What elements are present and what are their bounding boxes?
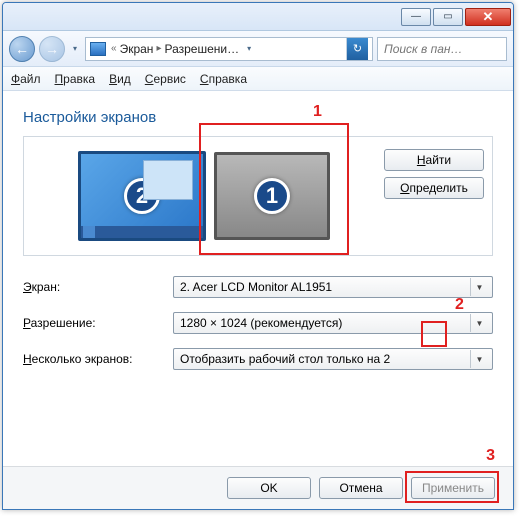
row-screen: Экран: 2. Acer LCD Monitor AL1951 ▼ — [23, 276, 493, 298]
nav-forward-button[interactable]: → — [39, 36, 65, 62]
monitor-1[interactable]: 1 — [214, 152, 330, 240]
detect-button[interactable]: Определить — [384, 177, 484, 199]
ok-button[interactable]: OK — [227, 477, 311, 499]
combo-screen[interactable]: 2. Acer LCD Monitor AL1951 ▼ — [173, 276, 493, 298]
breadcrumb[interactable]: « Экран ▸ Разрешени… — [110, 42, 239, 56]
nav-history-dropdown[interactable]: ▾ — [69, 44, 81, 53]
label-multi-display: Несколько экранов: — [23, 352, 173, 366]
content-area: Настройки экранов 2 1 Найти — [3, 91, 513, 466]
combo-resolution[interactable]: 1280 × 1024 (рекомендуется) ▼ — [173, 312, 493, 334]
label-resolution: Разрешение: — [23, 316, 173, 330]
display-arrangement-area[interactable]: 2 1 — [32, 145, 376, 247]
row-multi-display: Несколько экранов: Отобразить рабочий ст… — [23, 348, 493, 370]
maximize-button[interactable]: ▭ — [433, 8, 463, 26]
titlebar: — ▭ ✕ — [3, 3, 513, 31]
footer-buttons: OK Отмена Применить 3 — [3, 466, 513, 509]
display-side-buttons: Найти Определить — [384, 145, 484, 247]
combo-multi-value: Отобразить рабочий стол только на 2 — [180, 352, 390, 366]
chevron-down-icon[interactable]: ▼ — [470, 314, 488, 332]
taskbar-thumbnail — [81, 226, 203, 238]
display-settings-window: — ▭ ✕ ← → ▾ « Экран ▸ Разрешени… ▾ ↻ Фай… — [2, 2, 514, 510]
chevron-down-icon[interactable]: ▼ — [470, 350, 488, 368]
window-thumbnail — [143, 160, 193, 200]
combo-screen-value: 2. Acer LCD Monitor AL1951 — [180, 280, 332, 294]
path-screen[interactable]: Экран — [120, 42, 154, 56]
nav-back-button[interactable]: ← — [9, 36, 35, 62]
close-button[interactable]: ✕ — [465, 8, 511, 26]
search-box[interactable] — [377, 37, 507, 61]
page-title: Настройки экранов — [23, 109, 493, 126]
apply-button[interactable]: Применить — [411, 477, 495, 499]
menu-view[interactable]: Вид — [109, 72, 131, 86]
cancel-button[interactable]: Отмена — [319, 477, 403, 499]
combo-resolution-value: 1280 × 1024 (рекомендуется) — [180, 316, 342, 330]
menu-tools[interactable]: Сервис — [145, 72, 186, 86]
combo-multi-display[interactable]: Отобразить рабочий стол только на 2 ▼ — [173, 348, 493, 370]
find-button[interactable]: Найти — [384, 149, 484, 171]
form-area: Экран: 2. Acer LCD Monitor AL1951 ▼ Разр… — [23, 276, 493, 370]
monitor-2[interactable]: 2 — [78, 151, 206, 241]
display-arrangement-panel: 2 1 Найти Определить — [23, 136, 493, 256]
row-resolution: Разрешение: 1280 × 1024 (рекомендуется) … — [23, 312, 493, 334]
navbar: ← → ▾ « Экран ▸ Разрешени… ▾ ↻ — [3, 31, 513, 67]
breadcrumb-dropdown[interactable]: ▾ — [243, 44, 255, 53]
chevron-down-icon[interactable]: ▼ — [470, 278, 488, 296]
refresh-button[interactable]: ↻ — [346, 38, 368, 60]
menu-edit[interactable]: Правка — [55, 72, 96, 86]
monitor-icon — [90, 42, 106, 56]
menu-file[interactable]: Файл — [11, 72, 41, 86]
monitor-number-1: 1 — [254, 178, 290, 214]
address-bar[interactable]: « Экран ▸ Разрешени… ▾ ↻ — [85, 37, 373, 61]
menubar: Файл Правка Вид Сервис Справка — [3, 67, 513, 91]
path-resolution[interactable]: Разрешени… — [164, 42, 239, 56]
minimize-button[interactable]: — — [401, 8, 431, 26]
menu-help[interactable]: Справка — [200, 72, 247, 86]
search-input[interactable] — [382, 41, 502, 57]
label-screen: Экран: — [23, 280, 173, 294]
